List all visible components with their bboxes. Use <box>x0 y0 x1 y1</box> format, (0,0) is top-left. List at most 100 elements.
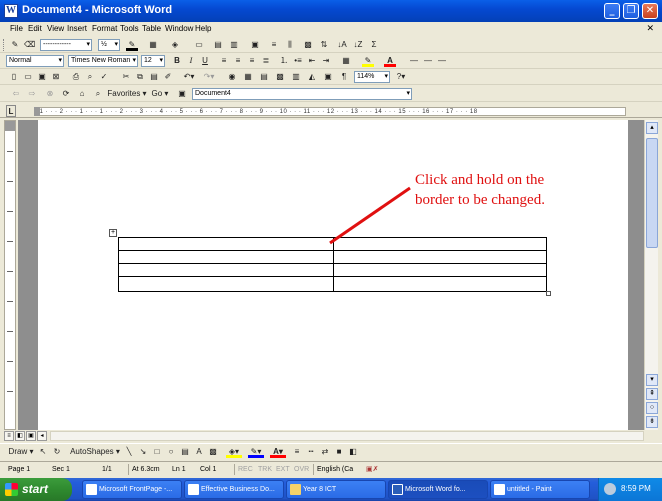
3d-style-icon[interactable]: ◧ <box>348 446 358 458</box>
sort-descending-icon[interactable]: ↓Z <box>352 39 364 51</box>
scroll-up-icon[interactable]: ▴ <box>646 122 658 134</box>
vertical-scroll-thumb[interactable] <box>646 138 658 248</box>
line-style-select[interactable]: ------------ <box>40 39 92 51</box>
task-year8-ict[interactable]: Year 8 ICT <box>286 480 386 499</box>
eraser-icon[interactable]: ⌫ <box>24 39 35 51</box>
highlight-icon[interactable]: ✎ <box>362 55 374 67</box>
split-cells-icon[interactable]: ▥ <box>228 39 240 51</box>
line-style-icon[interactable]: ≡ <box>292 446 302 458</box>
justify-icon[interactable]: ≣ <box>260 55 272 67</box>
web-layout-view-icon[interactable]: ◧ <box>15 431 25 441</box>
task-paint[interactable]: untitled - Paint <box>490 480 590 499</box>
clip-art-icon[interactable]: ▩ <box>208 446 218 458</box>
toolbar-grip[interactable] <box>3 39 6 51</box>
status-trk[interactable]: TRK <box>258 464 272 475</box>
title-bar[interactable]: W Document4 - Microsoft Word _ ❐ ✕ <box>0 0 662 22</box>
refresh-icon[interactable]: ⟳ <box>60 88 72 100</box>
menu-help[interactable]: Help <box>195 24 211 33</box>
redo-icon[interactable]: ↷▾ <box>202 71 216 83</box>
open-folder-icon[interactable]: ▭ <box>22 71 34 83</box>
insert-excel-icon[interactable]: ▩ <box>274 71 286 83</box>
dash-style-icon[interactable]: ┅ <box>306 446 316 458</box>
outline-view-icon[interactable]: ◂ <box>37 431 47 441</box>
previous-page-icon[interactable]: ⇞ <box>646 388 658 400</box>
wordart-icon[interactable]: A <box>194 446 204 458</box>
print-icon[interactable]: ⎙ <box>70 71 82 83</box>
zoom-select[interactable]: 114% <box>354 71 390 83</box>
minimize-button[interactable]: _ <box>604 3 620 19</box>
tables-borders-icon[interactable]: ▦ <box>242 71 254 83</box>
style-select[interactable]: Normal <box>6 55 64 67</box>
horizontal-scrollbar[interactable] <box>50 431 644 441</box>
print-preview-icon[interactable]: ⌕ <box>84 71 96 83</box>
autosum-icon[interactable]: Σ <box>368 39 380 51</box>
line-color-icon[interactable]: ✎▾ <box>248 446 264 458</box>
spelling-icon[interactable]: ✓ <box>98 71 110 83</box>
text-box-icon[interactable]: ▤ <box>180 446 190 458</box>
close-button[interactable]: ✕ <box>642 3 658 19</box>
status-rec[interactable]: REC <box>238 464 253 475</box>
address-input[interactable]: Document4 <box>192 88 412 100</box>
tab-selector-icon[interactable]: L <box>6 105 16 117</box>
font-color-icon[interactable]: A <box>384 55 396 67</box>
status-language[interactable]: English (Ca <box>317 464 353 475</box>
menu-insert[interactable]: Insert <box>67 24 87 33</box>
vertical-ruler[interactable] <box>4 120 16 430</box>
table-resize-handle[interactable] <box>546 291 551 296</box>
status-ovr[interactable]: OVR <box>294 464 309 475</box>
select-browse-object-icon[interactable]: ○ <box>646 402 658 414</box>
bullets-icon[interactable]: •≡ <box>292 55 304 67</box>
print-layout-view-icon[interactable]: ▣ <box>26 431 36 441</box>
autoshapes-button[interactable]: AutoShapes ▾ <box>70 446 120 458</box>
shading-color-icon[interactable]: ◈ <box>168 39 182 51</box>
vertical-scrollbar[interactable]: ▴ ▾ ⇞ ○ ⇟ <box>644 120 658 430</box>
scroll-down-icon[interactable]: ▾ <box>646 374 658 386</box>
show-web-toolbar-icon[interactable]: ▣ <box>176 88 188 100</box>
table-move-handle-icon[interactable]: + <box>109 229 117 237</box>
distribute-rows-icon[interactable]: ≡ <box>268 39 280 51</box>
align-center-icon[interactable]: ≡ <box>232 55 244 67</box>
task-word[interactable]: Microsoft Word fo... <box>388 480 488 499</box>
restore-button[interactable]: ❐ <box>623 3 639 19</box>
align-icon[interactable]: ▣ <box>248 39 262 51</box>
free-rotate-icon[interactable]: ↻ <box>52 446 62 458</box>
line-icon-2[interactable]: — <box>422 55 434 67</box>
borders-icon[interactable]: ▦ <box>340 55 352 67</box>
new-document-icon[interactable]: ▯ <box>8 71 20 83</box>
italic-button[interactable]: I <box>186 55 196 67</box>
font-color-draw-icon[interactable]: A▾ <box>270 446 286 458</box>
rectangle-tool-icon[interactable]: □ <box>152 446 162 458</box>
clock[interactable]: 8:59 PM <box>621 484 651 493</box>
document-table[interactable] <box>118 237 547 292</box>
menu-edit[interactable]: Edit <box>28 24 42 33</box>
undo-icon[interactable]: ↶▾ <box>182 71 196 83</box>
menu-window[interactable]: Window <box>165 24 193 33</box>
align-right-icon[interactable]: ≡ <box>246 55 258 67</box>
font-size-select[interactable]: 12 <box>141 55 165 67</box>
border-color-icon[interactable]: ✎ <box>126 39 138 51</box>
draw-menu-button[interactable]: Draw ▾ <box>6 446 36 458</box>
font-select[interactable]: Times New Roman <box>68 55 138 67</box>
menu-file[interactable]: File <box>10 24 23 33</box>
home-icon[interactable]: ⌂ <box>76 88 88 100</box>
arrow-tool-icon[interactable]: ↘ <box>138 446 148 458</box>
table-autoformat-icon[interactable]: ▩ <box>302 39 314 51</box>
stop-icon[interactable]: ⊗ <box>44 88 56 100</box>
increase-indent-icon[interactable]: ⇥ <box>320 55 332 67</box>
fill-color-icon[interactable]: ◈▾ <box>226 446 242 458</box>
task-frontpage[interactable]: Microsoft FrontPage -... <box>82 480 182 499</box>
menu-tools[interactable]: Tools <box>120 24 139 33</box>
line-tool-icon[interactable]: ╲ <box>124 446 134 458</box>
normal-view-icon[interactable]: ≡ <box>4 431 14 441</box>
arrow-style-icon[interactable]: ⇄ <box>320 446 330 458</box>
menu-table[interactable]: Table <box>142 24 161 33</box>
spelling-status-icon[interactable]: ▣✗ <box>366 464 378 475</box>
word-app-icon[interactable]: W <box>4 4 18 18</box>
insert-table-icon[interactable]: ▭ <box>192 39 206 51</box>
align-left-icon[interactable]: ≡ <box>218 55 230 67</box>
forward-icon[interactable]: ⇨ <box>26 88 38 100</box>
task-effective-business[interactable]: Effective Business Do... <box>184 480 284 499</box>
horizontal-ruler[interactable]: · 1 · · · 2 · · · 1 · · · 1 · · · 2 · · … <box>34 107 626 116</box>
line-icon-1[interactable]: — <box>408 55 420 67</box>
show-hide-icon[interactable]: ¶ <box>338 71 350 83</box>
